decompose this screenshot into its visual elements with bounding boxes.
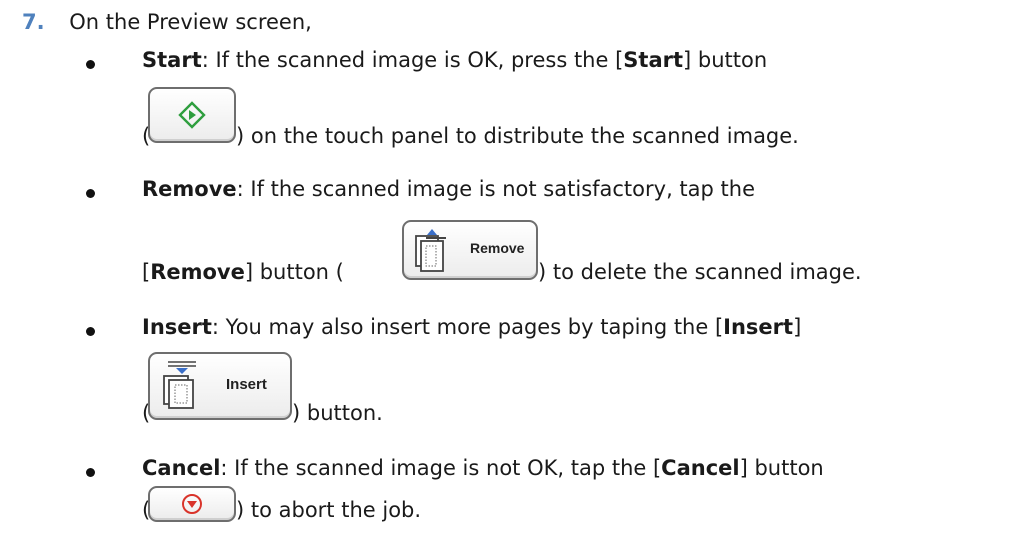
step-heading: 7. On the Preview screen,	[22, 10, 312, 34]
remove-line-1: Remove: If the scanned image is not sati…	[142, 177, 755, 201]
start-diamond-icon	[178, 101, 206, 129]
remove-open-bracket: [	[142, 260, 151, 284]
bullet-insert	[86, 327, 95, 336]
insert-text: : You may also insert more pages by tapi…	[211, 315, 724, 339]
start-text-end: ] button	[683, 48, 768, 72]
cancel-term: Cancel	[142, 456, 221, 480]
bullet-remove	[86, 189, 95, 198]
insert-button-label: Insert	[226, 376, 267, 393]
start-button-illustration	[148, 87, 236, 143]
cancel-line-2: ) to abort the job.	[236, 498, 422, 522]
cancel-text-end: ] button	[739, 456, 824, 480]
start-text: : If the scanned image is OK, press the …	[201, 48, 624, 72]
remove-pages-icon	[415, 229, 446, 272]
remove-button-illustration: Remove	[402, 220, 538, 280]
remove-line-2: [Remove] button (	[142, 260, 344, 284]
cancel-stop-icon	[182, 494, 202, 514]
insert-line-1: Insert: You may also insert more pages b…	[142, 315, 801, 339]
start-term-inline: Start	[623, 48, 684, 72]
remove-term-inline: Remove	[150, 260, 245, 284]
step-number: 7.	[22, 10, 45, 34]
insert-pages-icon	[163, 361, 196, 409]
cancel-line-1: Cancel: If the scanned image is not OK, …	[142, 456, 824, 480]
remove-line-2-end: ) to delete the scanned image.	[538, 260, 862, 284]
bullet-start	[86, 60, 95, 69]
cancel-term-inline: Cancel	[661, 456, 740, 480]
remove-text-mid: ] button (	[244, 260, 344, 284]
step-intro: On the Preview screen,	[69, 10, 312, 34]
start-term: Start	[142, 48, 202, 72]
remove-term: Remove	[142, 177, 237, 201]
insert-term: Insert	[142, 315, 212, 339]
remove-text: : If the scanned image is not satisfacto…	[236, 177, 756, 201]
insert-button-illustration: Insert	[148, 352, 292, 420]
remove-button-label: Remove	[470, 240, 525, 256]
bullet-cancel	[86, 468, 95, 477]
cancel-text: : If the scanned image is not OK, tap th…	[220, 456, 662, 480]
insert-term-inline: Insert	[723, 315, 794, 339]
insert-text-end: ]	[793, 315, 802, 339]
start-line-1: Start: If the scanned image is OK, press…	[142, 48, 767, 72]
start-line-2: ) on the touch panel to distribute the s…	[236, 124, 799, 148]
insert-line-2: ) button.	[292, 401, 383, 425]
cancel-button-illustration	[148, 486, 236, 522]
